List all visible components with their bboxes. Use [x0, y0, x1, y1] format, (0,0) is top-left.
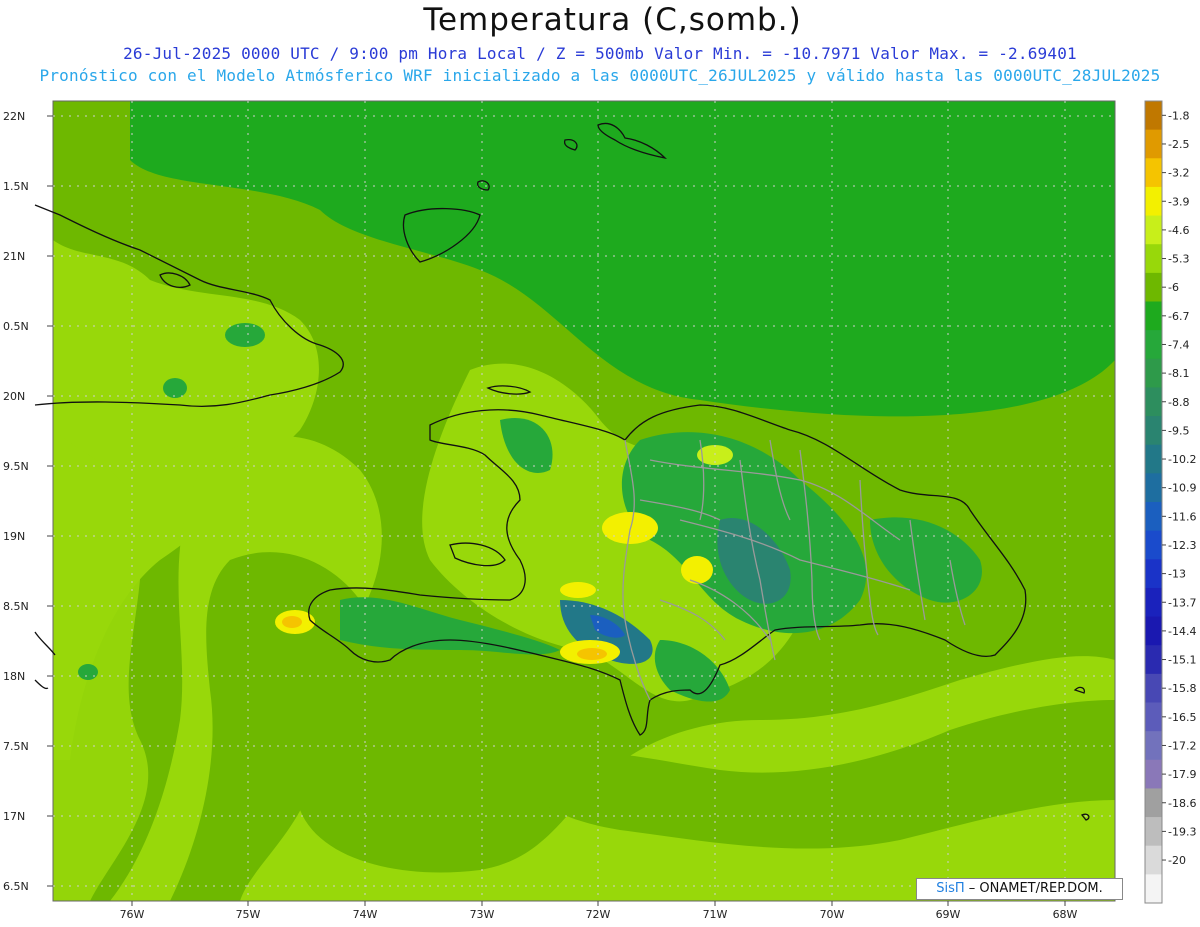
- colorbar-swatch: [1145, 387, 1162, 417]
- colorbar-label: -20: [1168, 854, 1186, 867]
- colorbar-label: -3.9: [1168, 195, 1189, 208]
- lat-label: 17N: [3, 810, 25, 823]
- lon-label: 72W: [586, 908, 611, 921]
- color-legend: -1.8 -2.5 -3.2 -3.9 -4.6 -5.3 -6 -6.7 -7.4 -8.1 -8…: [1144, 100, 1196, 904]
- lon-label: 73W: [470, 908, 495, 921]
- colorbar-label: -4.6: [1168, 224, 1189, 237]
- colorbar-label: -8.8: [1168, 396, 1189, 409]
- colorbar-swatch: [1145, 244, 1162, 274]
- lat-label: 19N: [3, 530, 25, 543]
- lat-label: 20N: [3, 390, 25, 403]
- colorbar-swatch: [1145, 416, 1162, 446]
- lon-label: 74W: [353, 908, 378, 921]
- colorbar-label: -15.1: [1168, 654, 1196, 667]
- colorbar-swatch: [1145, 530, 1162, 560]
- colorbar-swatch: [1145, 215, 1162, 245]
- colorbar-swatch: [1145, 301, 1162, 331]
- colorbar-swatch: [1145, 473, 1162, 503]
- lon-label: 70W: [820, 908, 845, 921]
- lat-label: 1.5N: [3, 180, 29, 193]
- colorbar-swatch: [1145, 129, 1162, 159]
- colorbar-label: -10.2: [1168, 453, 1196, 466]
- lon-label: 71W: [703, 908, 728, 921]
- lon-label: 69W: [936, 908, 961, 921]
- colorbar-label: -8.1: [1168, 367, 1189, 380]
- lat-label: 9.5N: [3, 460, 29, 473]
- colorbar-label: -15.8: [1168, 682, 1196, 695]
- colorbar-label: -5.3: [1168, 253, 1189, 266]
- colorbar-swatch: [1145, 702, 1162, 732]
- colorbar-swatch: [1145, 444, 1162, 474]
- lon-label: 75W: [236, 908, 261, 921]
- colorbar-label: -9.5: [1168, 424, 1189, 437]
- colorbar-swatch: [1145, 845, 1162, 875]
- colorbar-label: -3.2: [1168, 167, 1189, 180]
- lat-label: 8.5N: [3, 600, 29, 613]
- lat-label: 6.5N: [3, 880, 29, 893]
- colorbar-swatch: [1145, 272, 1162, 302]
- colorbar-swatch: [1145, 759, 1162, 789]
- sispi-logo: SisΠ: [936, 881, 965, 896]
- filled-contours: [53, 101, 1115, 901]
- colorbar-label: -11.6: [1168, 510, 1196, 523]
- colorbar-swatch: [1145, 673, 1162, 703]
- colorbar-label: -18.6: [1168, 797, 1196, 810]
- colorbar-label: -10.9: [1168, 482, 1196, 495]
- colorbar-label: -6.7: [1168, 310, 1189, 323]
- colorbar-swatch: [1145, 587, 1162, 618]
- colorbar-label: -2.5: [1168, 138, 1189, 151]
- colorbar-swatch: [1145, 186, 1162, 217]
- lat-label: 7.5N: [3, 740, 29, 753]
- colorbar-label: -1.8: [1168, 109, 1189, 122]
- colorbar-swatch: [1145, 559, 1162, 589]
- colorbar-swatch: [1145, 158, 1162, 188]
- credit-org: – ONAMET/REP.DOM.: [964, 881, 1103, 896]
- lat-label: 0.5N: [3, 320, 29, 333]
- colorbar-label: -13: [1168, 568, 1186, 581]
- colorbar-label: -7.4: [1168, 338, 1189, 351]
- latitude-labels: 22N 1.5N 21N 0.5N 20N 9.5N 19N 8.5N 18N …: [3, 110, 53, 893]
- lon-label: 76W: [120, 908, 145, 921]
- colorbar-swatch: [1145, 788, 1162, 818]
- colorbar-swatch: [1145, 731, 1162, 761]
- colorbar-swatch: [1145, 330, 1162, 360]
- colorbar-label: -12.3: [1168, 539, 1196, 552]
- colorbar-swatch: [1145, 817, 1162, 847]
- lon-label: 68W: [1053, 908, 1078, 921]
- longitude-labels: 76W 75W 74W 73W 72W 71W 70W 69W 68W: [120, 901, 1078, 921]
- colorbar-label: -17.2: [1168, 739, 1196, 752]
- colorbar-label: -16.5: [1168, 711, 1196, 724]
- colorbar-label: -13.7: [1168, 596, 1196, 609]
- colorbar-swatch: [1145, 645, 1162, 675]
- colorbar-swatch: [1145, 502, 1162, 532]
- colorbar-label: -14.4: [1168, 625, 1196, 638]
- colorbar-label: -6: [1168, 281, 1179, 294]
- colorbar-label: -17.9: [1168, 768, 1196, 781]
- colorbar-label: -19.3: [1168, 825, 1196, 838]
- colorbar-swatch: [1145, 101, 1162, 131]
- colorbar-swatch: [1145, 616, 1162, 646]
- credit-box: SisΠ – ONAMET/REP.DOM.: [916, 878, 1123, 900]
- lat-label: 22N: [3, 110, 25, 123]
- lat-label: 18N: [3, 670, 25, 683]
- colorbar-swatch: [1145, 874, 1162, 904]
- temperature-map: 22N 1.5N 21N 0.5N 20N 9.5N 19N 8.5N 18N …: [3, 100, 1196, 921]
- lat-label: 21N: [3, 250, 25, 263]
- colorbar-swatch: [1145, 358, 1162, 388]
